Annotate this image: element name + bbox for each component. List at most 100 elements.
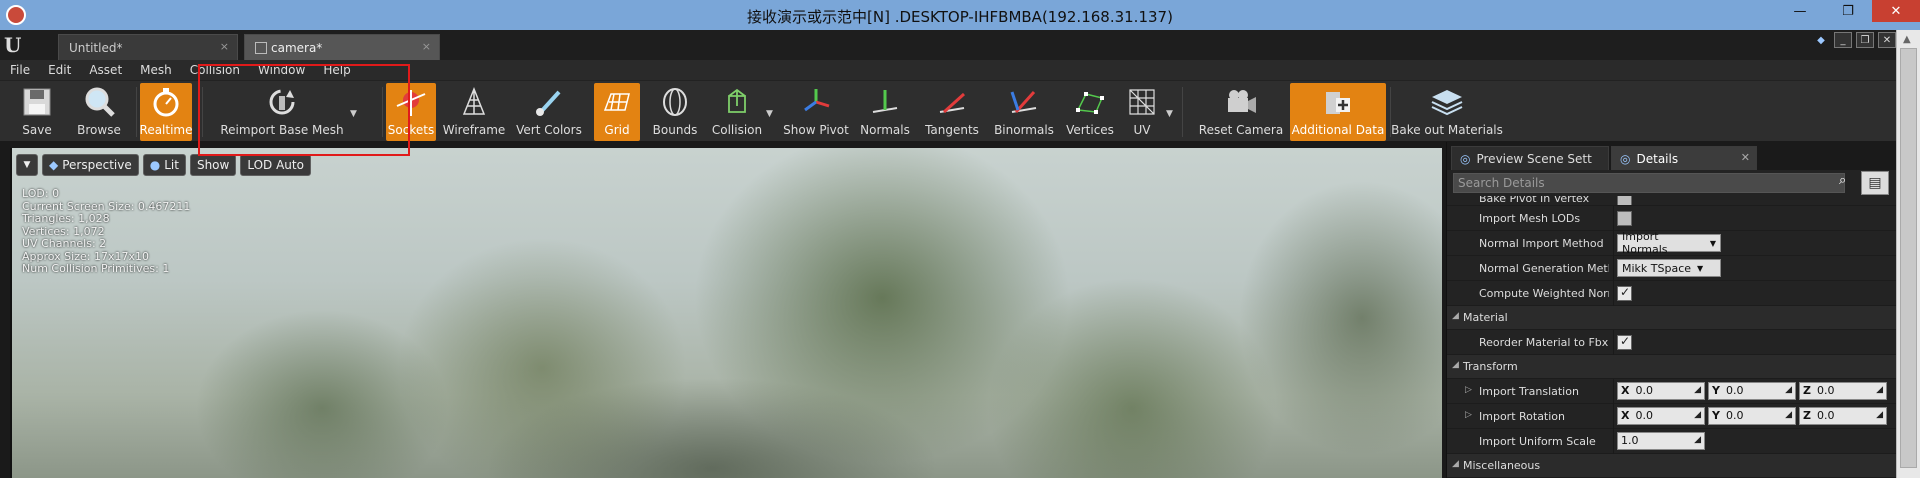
- lod-button[interactable]: LOD Auto: [240, 154, 311, 176]
- vert-colors-button[interactable]: Vert Colors: [516, 83, 582, 141]
- minimize-button[interactable]: —: [1776, 0, 1824, 22]
- compute-weighted-normals-checkbox[interactable]: [1617, 285, 1632, 301]
- translation-x-field[interactable]: X 0.0 ◢: [1617, 382, 1705, 400]
- bake-out-materials-label: Bake out Materials: [1391, 123, 1503, 137]
- category-material[interactable]: ◢ Material: [1447, 306, 1897, 330]
- import-mesh-lods-checkbox[interactable]: [1617, 211, 1632, 226]
- collision-dropdown-arrow-icon[interactable]: ▼: [766, 109, 773, 119]
- vertices-button[interactable]: Vertices: [1064, 83, 1116, 141]
- menu-mesh[interactable]: Mesh: [140, 63, 172, 77]
- menu-file[interactable]: File: [10, 63, 30, 77]
- tab-details[interactable]: ◎ Details ✕: [1611, 146, 1757, 170]
- menu-asset[interactable]: Asset: [89, 63, 122, 77]
- normals-button[interactable]: Normals: [858, 83, 912, 141]
- translation-y-field[interactable]: Y 0.0 ◢: [1708, 382, 1796, 400]
- bounds-label: Bounds: [652, 123, 698, 137]
- rotation-y-field[interactable]: Y 0.0 ◢: [1708, 407, 1796, 425]
- resize-icon: ◢: [1876, 385, 1883, 395]
- category-miscellaneous[interactable]: ◢ Miscellaneous: [1447, 454, 1897, 478]
- maximize-button[interactable]: ❐: [1824, 0, 1872, 22]
- remote-desktop-title-bar: 接收演示或示范中[N] .DESKTOP-IHFBMBA(192.168.31.…: [0, 0, 1920, 30]
- perspective-button[interactable]: ◆ Perspective: [42, 154, 139, 176]
- close-icon[interactable]: ×: [220, 40, 229, 53]
- collapsed-triangle-icon[interactable]: ▷: [1465, 410, 1472, 420]
- grid-button[interactable]: Grid: [594, 83, 640, 141]
- collision-label: Collision: [711, 123, 763, 137]
- remote-desktop-window: 接收演示或示范中[N] .DESKTOP-IHFBMBA(192.168.31.…: [0, 0, 1920, 478]
- binormals-icon: [1006, 85, 1042, 119]
- vertical-scrollbar[interactable]: ▲: [1896, 30, 1920, 478]
- tab-label: camera*: [271, 40, 323, 55]
- bounds-button[interactable]: Bounds: [648, 83, 702, 141]
- collapsed-triangle-icon[interactable]: ▷: [1465, 385, 1472, 395]
- browse-button[interactable]: Browse: [66, 83, 132, 141]
- normal-generation-method-select[interactable]: Mikk TSpace ▼: [1617, 259, 1721, 277]
- save-button[interactable]: Save: [8, 83, 66, 141]
- binormals-button[interactable]: Binormals: [992, 83, 1056, 141]
- browse-label: Browse: [77, 123, 121, 137]
- menu-help[interactable]: Help: [323, 63, 350, 77]
- category-transform[interactable]: ◢ Transform: [1447, 355, 1897, 379]
- show-button[interactable]: Show: [189, 154, 237, 176]
- wireframe-button[interactable]: Wireframe: [442, 83, 506, 141]
- rotation-z-field[interactable]: Z 0.0 ◢: [1799, 407, 1887, 425]
- grid-label: Grid: [604, 123, 630, 137]
- sockets-button[interactable]: Sockets: [386, 83, 436, 141]
- reset-camera-button[interactable]: Reset Camera: [1199, 83, 1283, 141]
- mesh-viewport[interactable]: ▼ ◆ Perspective ● Lit Show LOD Auto LOD:…: [10, 148, 1442, 478]
- bake-out-materials-button[interactable]: Bake out Materials: [1391, 83, 1503, 141]
- close-button[interactable]: ✕: [1872, 0, 1920, 22]
- lit-button[interactable]: ● Lit: [142, 154, 186, 176]
- editor-restore-button[interactable]: ❐: [1856, 32, 1874, 48]
- resize-icon: ◢: [1694, 410, 1701, 420]
- sockets-icon: [393, 85, 429, 119]
- prop-label: Import Translation: [1479, 385, 1579, 398]
- additional-data-button[interactable]: Additional Data: [1290, 83, 1386, 141]
- close-icon[interactable]: ✕: [1741, 151, 1750, 164]
- uniform-scale-field[interactable]: 1.0 ◢: [1617, 432, 1705, 450]
- menu-window[interactable]: Window: [258, 63, 305, 77]
- combo-value: Mikk TSpace: [1622, 261, 1692, 275]
- translation-z-field[interactable]: Z 0.0 ◢: [1799, 382, 1887, 400]
- vertices-icon: [1072, 85, 1108, 119]
- menu-edit[interactable]: Edit: [48, 63, 71, 77]
- realtime-button[interactable]: Realtime: [140, 83, 193, 141]
- bake-pivot-checkbox[interactable]: [1617, 196, 1632, 205]
- wireframe-label: Wireframe: [442, 123, 506, 137]
- viewport-toolbar: ▼ ◆ Perspective ● Lit Show LOD Auto: [16, 154, 311, 176]
- tangents-button[interactable]: Tangents: [920, 83, 984, 141]
- reorder-material-checkbox[interactable]: [1617, 334, 1632, 350]
- unreal-logo-icon: U: [4, 33, 22, 57]
- import-rotation-vector: X 0.0 ◢ Y 0.0 ◢ Z 0.0 ◢: [1617, 407, 1890, 425]
- editor-close-button[interactable]: ✕: [1878, 32, 1896, 48]
- tangents-label: Tangents: [925, 123, 979, 137]
- tab-preview-scene-settings[interactable]: ◎ Preview Scene Sett: [1451, 146, 1609, 170]
- category-label: Material: [1463, 311, 1508, 324]
- uv-button[interactable]: UV: [1122, 83, 1162, 141]
- editor-minimize-button[interactable]: _: [1834, 32, 1852, 48]
- tab-untitled[interactable]: Untitled* ×: [58, 34, 238, 60]
- sockets-label: Sockets: [387, 123, 435, 137]
- uv-grid-icon: [1124, 85, 1160, 119]
- bounds-icon: [657, 85, 693, 119]
- prop-row-import-uniform-scale: Import Uniform Scale 1.0 ◢: [1447, 429, 1897, 454]
- tab-camera[interactable]: camera* ×: [244, 34, 440, 60]
- scrollbar-thumb[interactable]: [1900, 48, 1917, 468]
- normal-import-method-select[interactable]: Import Normals ▼: [1617, 230, 1721, 256]
- reimport-icon: [264, 85, 300, 119]
- prop-row-import-mesh-lods: Import Mesh LODs: [1447, 206, 1897, 231]
- prop-row-reorder-material: Reorder Material to Fbx Order: [1447, 330, 1897, 355]
- search-details-input[interactable]: Search Details: [1453, 173, 1845, 193]
- rotation-x-field[interactable]: X 0.0 ◢: [1617, 407, 1705, 425]
- menu-collision[interactable]: Collision: [190, 63, 240, 77]
- scroll-up-icon[interactable]: ▲: [1903, 34, 1911, 45]
- close-icon[interactable]: ×: [422, 40, 431, 53]
- view-options-button[interactable]: ▤: [1861, 171, 1889, 195]
- reimport-dropdown-arrow-icon[interactable]: ▼: [350, 109, 357, 119]
- uv-dropdown-arrow-icon[interactable]: ▼: [1166, 109, 1173, 119]
- reimport-base-mesh-button[interactable]: Reimport Base Mesh: [212, 83, 352, 141]
- show-pivot-button[interactable]: Show Pivot: [780, 83, 852, 141]
- collision-button[interactable]: Collision: [708, 83, 766, 141]
- feedback-icon[interactable]: ◆: [1812, 32, 1830, 48]
- viewport-options-button[interactable]: ▼: [16, 154, 38, 176]
